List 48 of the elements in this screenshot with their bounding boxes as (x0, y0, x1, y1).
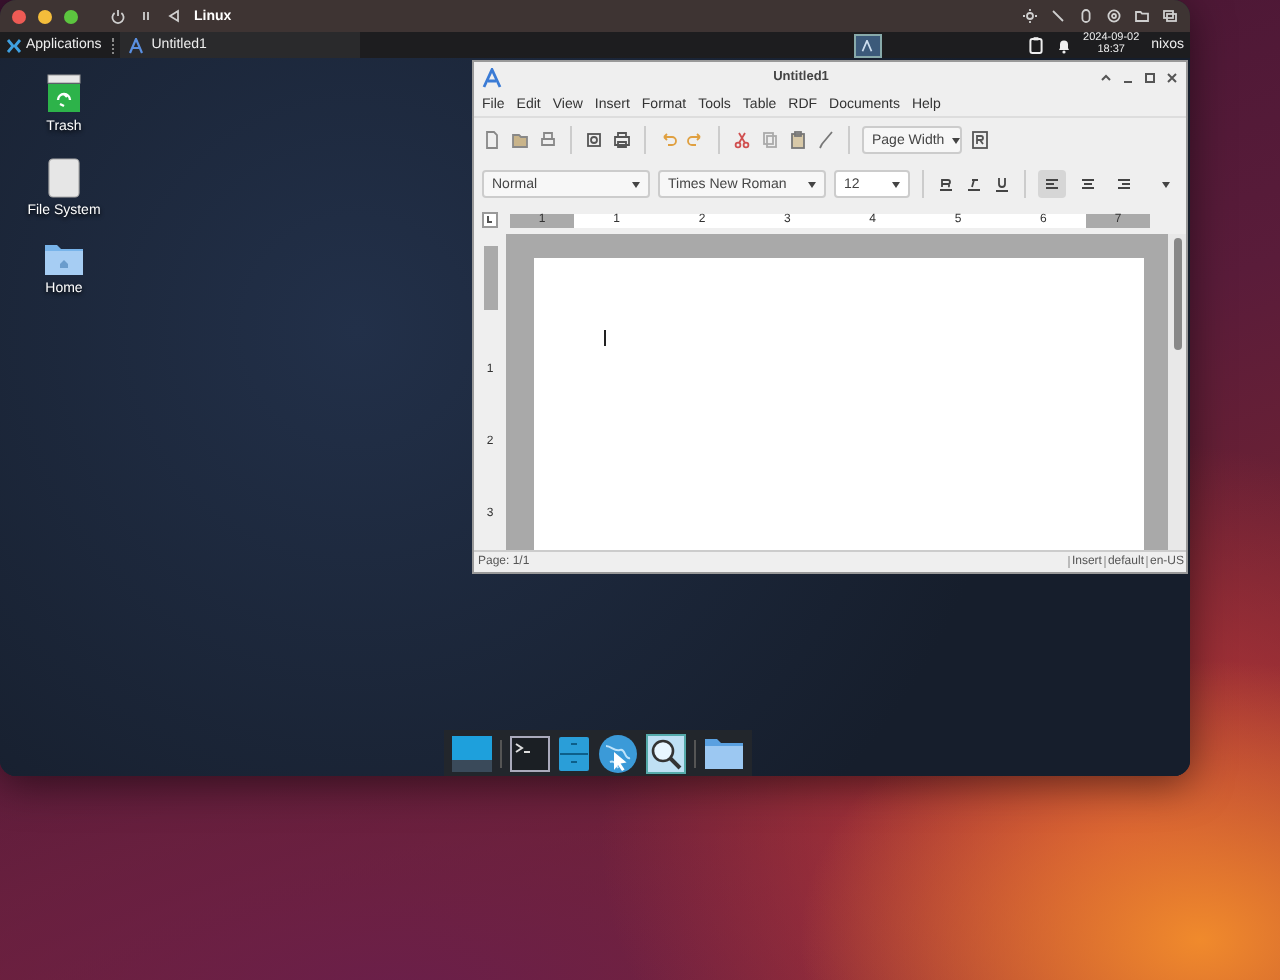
maximize-caret-icon[interactable] (1100, 71, 1112, 83)
terminal-icon[interactable] (510, 735, 550, 771)
back-icon[interactable] (166, 8, 182, 24)
align-left-icon (1044, 176, 1060, 192)
align-center-icon (1080, 176, 1096, 192)
align-left-button[interactable] (1038, 170, 1066, 198)
close-button[interactable] (12, 9, 26, 23)
folder-icon[interactable] (1134, 8, 1150, 24)
app-icon (127, 37, 144, 53)
trash-icon (46, 74, 82, 114)
file-cabinet-icon[interactable] (558, 735, 590, 771)
toolbar-overflow-caret-icon[interactable] (1162, 181, 1170, 187)
cut-icon[interactable] (732, 130, 752, 150)
print-icon[interactable] (538, 130, 558, 150)
app-menu-icon (6, 37, 22, 53)
mouse-icon[interactable] (1078, 8, 1094, 24)
print-preview-icon[interactable] (584, 130, 604, 150)
folder-icon (44, 242, 84, 276)
clipboard-icon[interactable] (1027, 36, 1044, 54)
align-right-icon (1116, 176, 1132, 192)
settings-icon[interactable] (1106, 8, 1122, 24)
bold-text-icon[interactable] (936, 174, 956, 194)
paste-icon[interactable] (788, 130, 808, 150)
drive-icon (48, 158, 80, 198)
vertical-scrollbar[interactable] (1168, 234, 1186, 550)
tray-app-icon[interactable] (853, 33, 882, 57)
app-logo-icon (482, 67, 502, 87)
close-icon[interactable] (1166, 71, 1178, 83)
tab-stop-icon[interactable] (482, 212, 498, 228)
new-document-icon[interactable] (482, 130, 502, 150)
underline-text-icon[interactable] (992, 174, 1012, 194)
text-cursor (604, 330, 606, 346)
windows-icon[interactable] (1162, 8, 1178, 24)
desktop-icon[interactable] (452, 735, 492, 771)
brightness-icon[interactable] (1022, 8, 1038, 24)
minimize-button[interactable] (38, 9, 52, 23)
restore-icon[interactable] (1144, 71, 1156, 83)
notification-bell-icon[interactable] (1055, 37, 1072, 53)
zoom-button[interactable] (64, 9, 78, 23)
search-icon[interactable] (646, 733, 686, 773)
pause-icon[interactable] (138, 8, 154, 24)
globe-icon[interactable] (598, 733, 638, 773)
power-icon[interactable] (110, 8, 126, 24)
document-info-icon[interactable] (970, 130, 990, 150)
printer-icon[interactable] (612, 130, 632, 150)
open-folder-icon[interactable] (510, 130, 530, 150)
folder-icon[interactable] (704, 736, 744, 770)
italic-text-icon[interactable] (964, 174, 984, 194)
